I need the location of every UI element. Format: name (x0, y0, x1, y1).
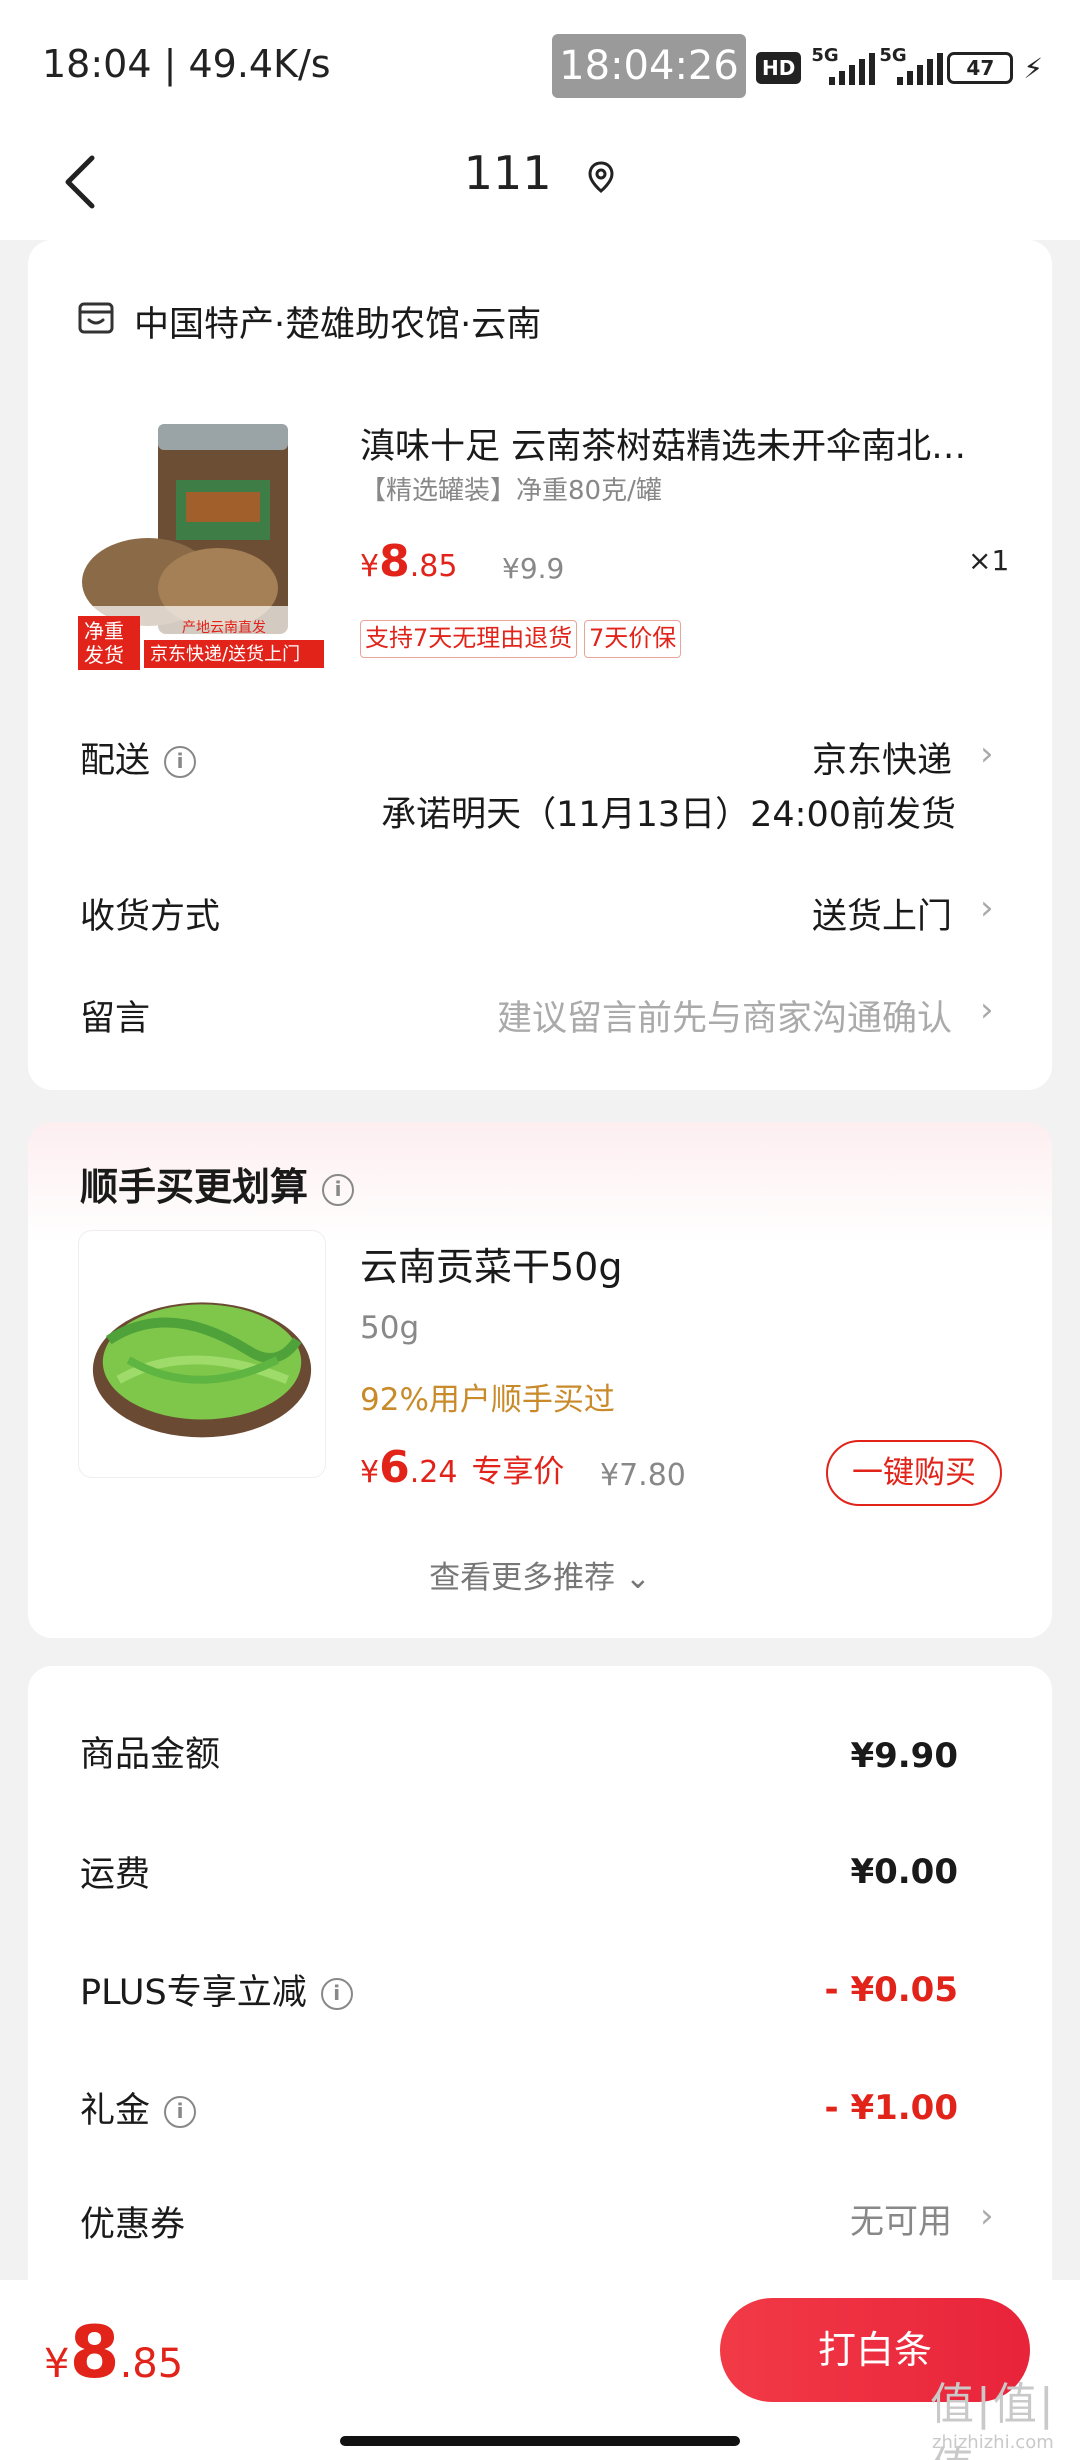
upsell-price: ¥6.24 专享价 (360, 1442, 565, 1493)
summary-label-coupon: 优惠券 (80, 2205, 186, 2245)
shop-icon (78, 302, 114, 334)
message-label: 留言 (80, 999, 151, 1039)
chevron-right-icon[interactable]: › (980, 734, 994, 774)
summary-label-gift: 礼金 i (80, 2082, 197, 2133)
info-icon[interactable]: i (164, 746, 197, 778)
home-indicator[interactable] (340, 2436, 740, 2446)
shipping-label: 配送 i (80, 732, 197, 783)
receive-label: 收货方式 (80, 897, 221, 937)
one-click-buy-button[interactable]: 一键购买 (826, 1440, 1002, 1506)
watermark-url: zhizhizhi.com (932, 2432, 1054, 2453)
status-icons: HD 5G 5G 47 ⚡ (756, 45, 1044, 88)
info-icon[interactable]: i (322, 1173, 355, 1206)
upsell-original-price: ¥7.80 (600, 1458, 686, 1493)
location-pin-icon (588, 160, 614, 193)
total-price: ¥8.85 (44, 2310, 184, 2394)
status-time: 18:04 | 49.4K/s (42, 42, 331, 86)
chevron-right-icon[interactable]: › (980, 888, 994, 928)
page-title[interactable]: 111 (0, 146, 1080, 200)
upsell-product-image[interactable] (78, 1230, 326, 1478)
image-badge-3: 产地云南直发 (182, 619, 266, 636)
return-policy-tag: 支持7天无理由退货 (360, 620, 578, 658)
product-quantity: ×1 (968, 544, 1010, 577)
receive-value[interactable]: 送货上门 (812, 888, 952, 939)
battery-icon: 47 (947, 52, 1014, 84)
clock-badge: 18:04:26 (552, 34, 746, 98)
nav-bar: 111 (0, 130, 1080, 240)
charging-icon: ⚡ (1023, 51, 1044, 85)
shipping-value[interactable]: 京东快递 (812, 732, 952, 783)
upsell-product-name[interactable]: 云南贡菜干50g (360, 1236, 622, 1291)
product-spec: 【精选罐装】净重80克/罐 (360, 476, 662, 506)
chevron-right-icon[interactable]: › (980, 990, 994, 1030)
product-original-price: ¥9.9 (502, 552, 565, 585)
shipping-promise: 承诺明天（11月13日）24:00前发货 (381, 795, 956, 835)
shop-name[interactable]: 中国特产·楚雄助农馆·云南 (134, 296, 541, 347)
summary-label-plus: PLUS专享立减 i (80, 1964, 353, 2015)
signal-icon-2: 5G (879, 45, 944, 85)
info-icon[interactable]: i (164, 2096, 197, 2128)
image-badge-1: 净重 (84, 619, 124, 643)
price-protect-tag: 7天价保 (584, 620, 682, 658)
product-title[interactable]: 滇味十足 云南茶树菇精选未开伞南北干货 (360, 418, 1000, 469)
upsell-product-spec: 50g (360, 1310, 420, 1346)
summary-value-plus: - ¥0.05 (824, 1970, 959, 2010)
image-badge-2: 发货 (84, 643, 124, 667)
more-recommendations-link[interactable]: 查看更多推荐 ⌄ (0, 1552, 1080, 1597)
signal-icon: 5G (811, 45, 876, 85)
summary-label-shipping: 运费 (80, 1855, 151, 1895)
summary-value-subtotal: ¥9.90 (850, 1736, 958, 1776)
coupon-selector[interactable]: 无可用 (850, 2194, 952, 2243)
info-icon[interactable]: i (320, 1978, 353, 2010)
summary-value-gift: - ¥1.00 (824, 2088, 959, 2128)
message-input[interactable]: 建议留言前先与商家沟通确认 (497, 990, 952, 1041)
chevron-right-icon[interactable]: › (980, 2196, 994, 2236)
upsell-popularity: 92%用户顺手买过 (360, 1382, 615, 1418)
hd-icon: HD (756, 52, 802, 84)
upsell-title: 顺手买更划算 i (80, 1156, 355, 1211)
product-image[interactable]: 净重 发货 产地云南直发 京东快递/送货上门 (78, 410, 328, 670)
summary-value-shipping: ¥0.00 (850, 1852, 958, 1892)
product-price: ¥8.85 (360, 536, 458, 587)
image-badge-4: 京东快递/送货上门 (150, 644, 300, 665)
summary-label-subtotal: 商品金额 (80, 1735, 221, 1775)
